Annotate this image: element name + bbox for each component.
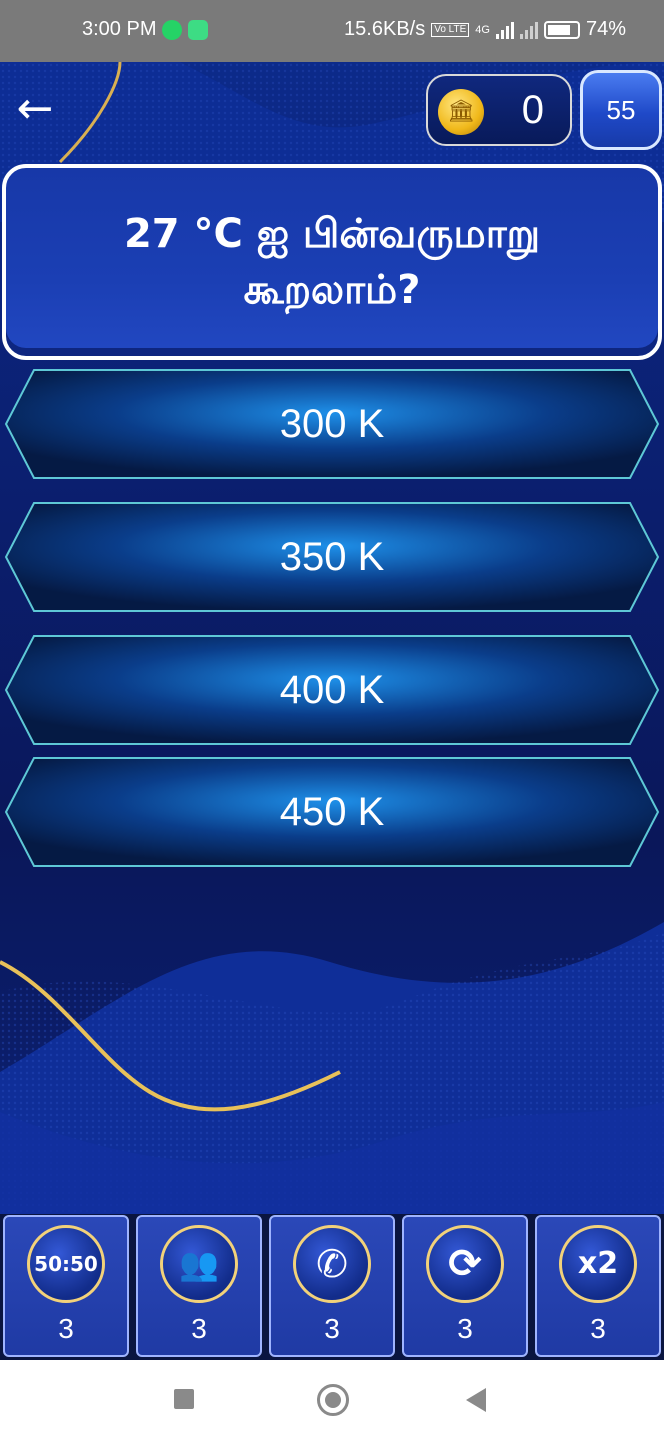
answer-label: 450 K [279, 790, 385, 834]
answer-label: 350 K [279, 535, 385, 579]
signal-secondary-icon [519, 21, 538, 39]
network-type: 4G [475, 23, 490, 36]
lifeline-count: 3 [590, 1313, 606, 1344]
signal-icon [495, 21, 514, 39]
coin-balance: 🏛 0 [426, 74, 572, 146]
question-card: 27 °C ஐ பின்வருமாறு கூறலாம்? [2, 164, 662, 360]
app-notification-icon [188, 19, 209, 40]
lifeline-fifty-fifty[interactable]: 50:50 3 [3, 1215, 129, 1357]
system-nav-bar [0, 1360, 664, 1440]
status-bar: 3:00 PM 15.6KB/s Vo LTE 4G 74% [0, 0, 664, 62]
swap-question-icon: ⟳ [426, 1225, 504, 1303]
question-text: 27 °C ஐ பின்வருமாறு கூறலாம்? [123, 211, 541, 313]
battery-percent: 74% [585, 18, 626, 40]
answer-option-4[interactable]: 450 K [4, 756, 660, 868]
back-arrow-icon[interactable]: ← [12, 86, 58, 132]
home-icon[interactable] [317, 1384, 349, 1416]
answer-label: 400 K [279, 668, 385, 712]
status-time: 3:00 PM [82, 18, 157, 40]
coin-icon: 🏛 [438, 89, 484, 135]
answer-label: 300 K [279, 402, 385, 446]
lifeline-double-dip[interactable]: x2 3 [535, 1215, 661, 1357]
network-speed: 15.6KB/s [344, 18, 426, 40]
lifeline-phone-a-friend[interactable]: ✆ 3 [269, 1215, 395, 1357]
recents-icon[interactable] [174, 1389, 194, 1409]
answer-option-1[interactable]: 300 K [4, 368, 660, 480]
lifeline-count: 3 [58, 1313, 74, 1344]
coin-count: 0 [521, 88, 544, 132]
back-triangle-icon[interactable] [466, 1388, 486, 1412]
double-dip-icon: x2 [559, 1225, 637, 1303]
lifeline-count: 3 [191, 1313, 207, 1344]
whatsapp-icon [162, 19, 183, 40]
answer-option-2[interactable]: 350 K [4, 501, 660, 613]
lifeline-audience-poll[interactable]: 👥 3 [136, 1215, 262, 1357]
lifeline-count: 3 [457, 1313, 473, 1344]
countdown-timer: 55 [580, 70, 662, 150]
volte-icon: Vo LTE [431, 22, 470, 37]
game-screen: ← 🏛 0 55 27 °C ஐ பின்வருமாறு கூறலாம்? 30… [0, 62, 664, 1360]
audience-poll-icon: 👥 [160, 1225, 238, 1303]
phone-a-friend-icon: ✆ [293, 1225, 371, 1303]
battery-icon [543, 20, 580, 39]
lifeline-count: 3 [324, 1313, 340, 1344]
fifty-fifty-icon: 50:50 [27, 1225, 105, 1303]
answer-option-3[interactable]: 400 K [4, 634, 660, 746]
lifeline-swap-question[interactable]: ⟳ 3 [402, 1215, 528, 1357]
